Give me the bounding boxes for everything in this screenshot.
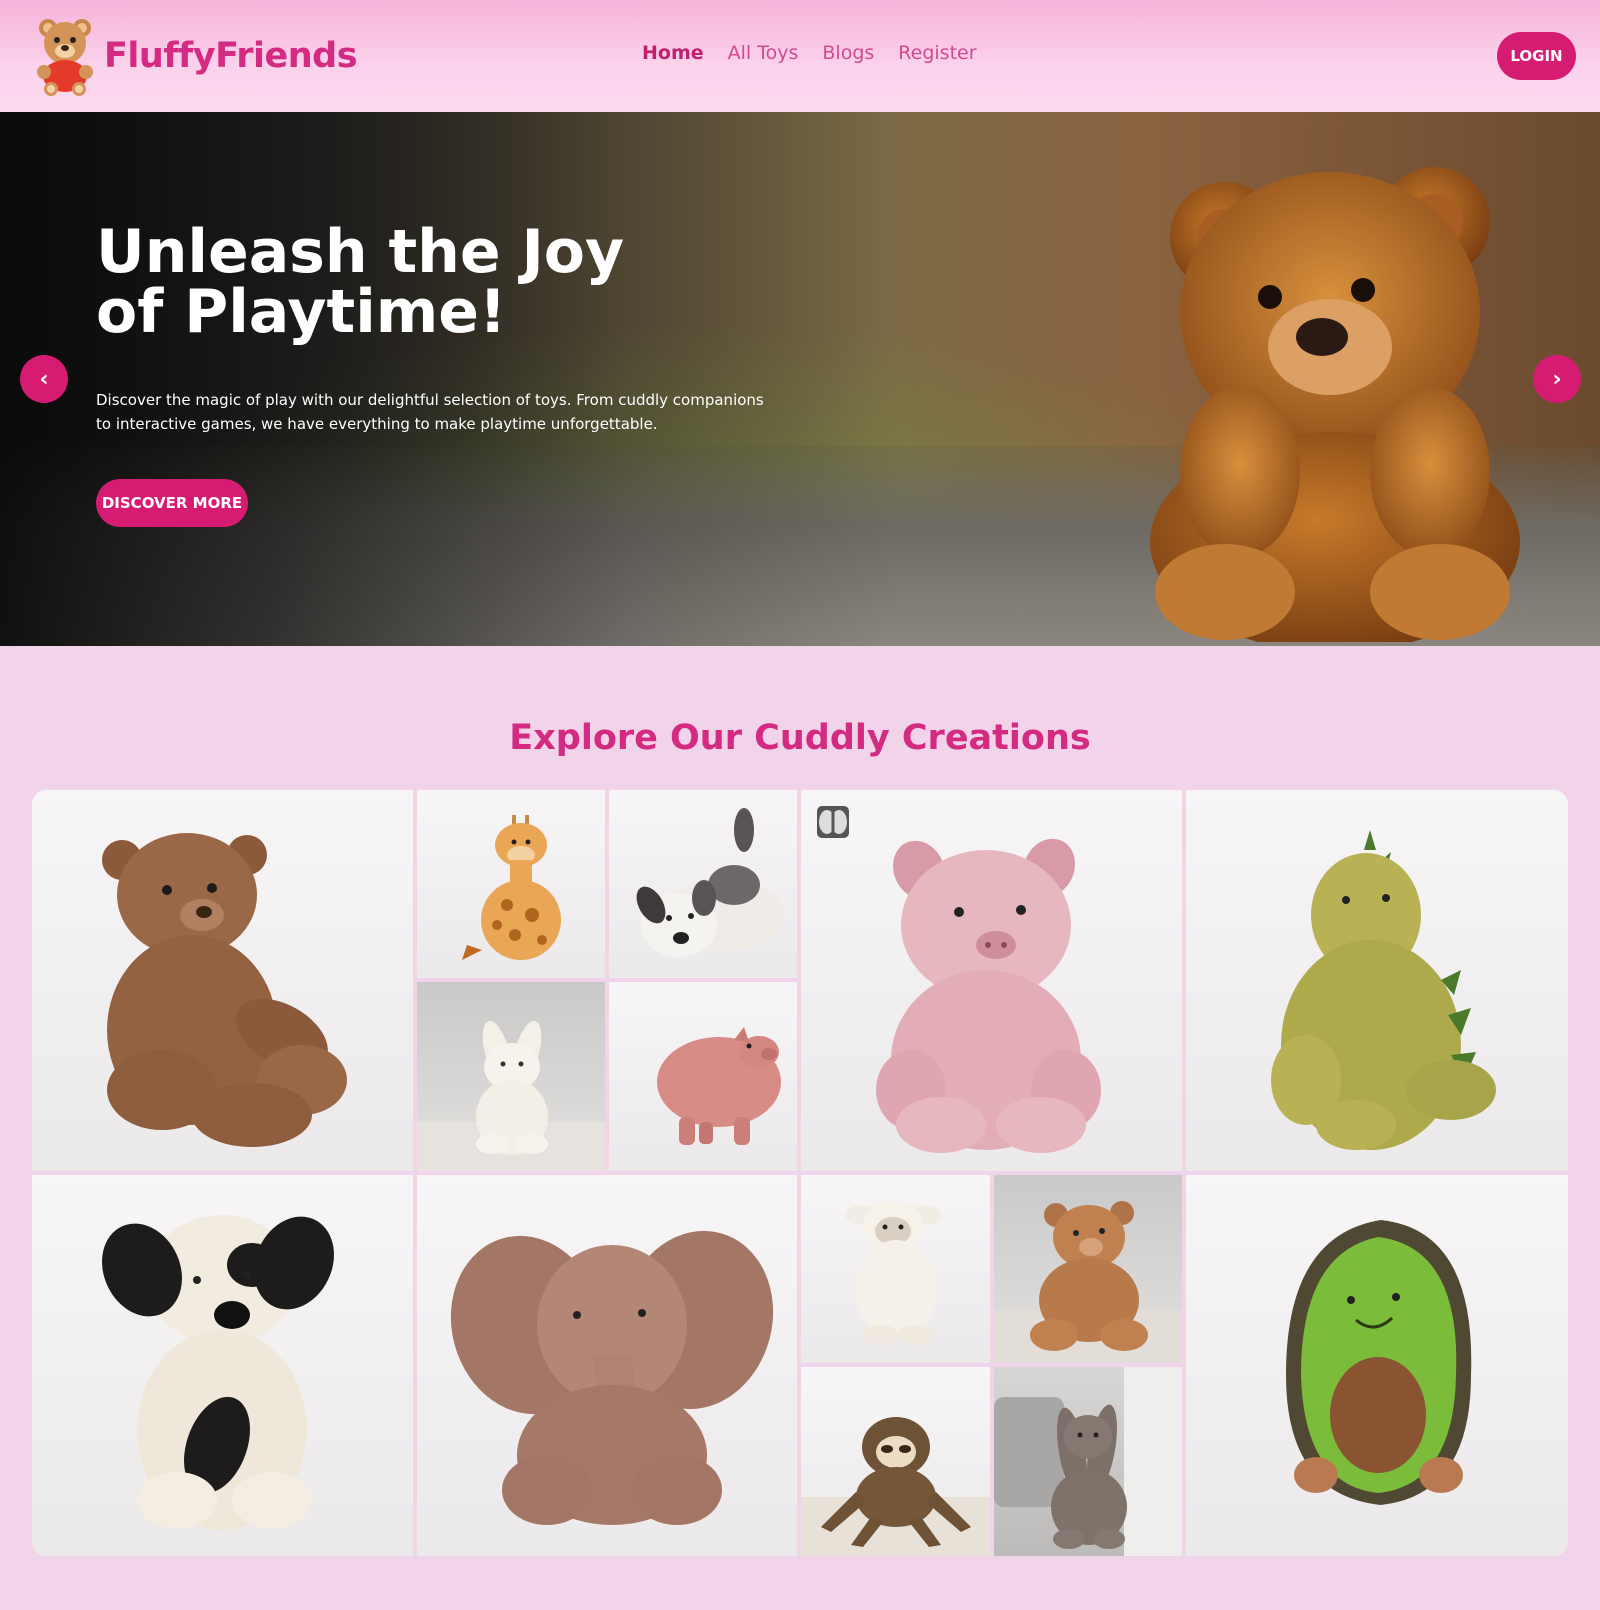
toy-gallery — [32, 790, 1568, 1556]
hero-teddy-bear-image — [1150, 167, 1520, 642]
carousel-prev-button[interactable]: ‹ — [20, 355, 68, 403]
gallery-title: Explore Our Cuddly Creations — [509, 718, 1091, 758]
gallery-item-bunny-plush[interactable] — [417, 982, 605, 1171]
navbar: FluffyFriends Home All Toys Blogs Regist… — [0, 0, 1600, 112]
discover-more-button[interactable]: DISCOVER MORE — [96, 479, 248, 527]
brain-icon — [819, 810, 847, 834]
hero-banner: Unleash the Joy of Playtime! Discover th… — [0, 112, 1600, 646]
gallery-item-brown-teddy-bear[interactable] — [32, 790, 413, 1171]
carousel-next-button[interactable]: › — [1533, 355, 1581, 403]
main-nav: Home All Toys Blogs Register — [642, 42, 977, 64]
hero-title: Unleash the Joy of Playtime! — [96, 217, 625, 347]
gallery-item-grey-bunny-plush[interactable] — [994, 1367, 1182, 1556]
nav-all-toys[interactable]: All Toys — [728, 42, 799, 64]
chevron-left-icon: ‹ — [39, 366, 49, 392]
hero-shade-overlay — [0, 112, 900, 646]
nav-blogs[interactable]: Blogs — [822, 42, 874, 64]
gallery-item-pink-pig-plush[interactable] — [801, 790, 1182, 1171]
gallery-item-green-dinosaur-plush[interactable] — [1186, 790, 1568, 1171]
brand-name: FluffyFriends — [104, 36, 358, 76]
gallery-item-lamb-plush[interactable] — [801, 1175, 990, 1363]
gallery-item-sloth-plush[interactable] — [801, 1367, 990, 1556]
hero-description: Discover the magic of play with our deli… — [96, 391, 764, 433]
gallery-item-small-teddy-bear[interactable] — [994, 1175, 1182, 1363]
gallery-item-puppy-plush-lying[interactable] — [609, 790, 797, 978]
teddy-bear-logo-icon — [37, 19, 93, 96]
nav-register[interactable]: Register — [898, 42, 976, 64]
gallery-item-black-white-puppy-plush[interactable] — [32, 1175, 413, 1556]
brain-icon-badge[interactable] — [817, 806, 849, 838]
chevron-right-icon: › — [1552, 366, 1562, 392]
nav-home[interactable]: Home — [642, 42, 704, 64]
brand[interactable]: FluffyFriends — [34, 16, 358, 96]
login-button[interactable]: LOGIN — [1497, 32, 1576, 80]
gallery-item-pig-plush-standing[interactable] — [609, 982, 797, 1171]
gallery-item-elephant-plush[interactable] — [417, 1175, 797, 1556]
gallery-item-avocado-plush[interactable] — [1186, 1175, 1568, 1556]
gallery-item-giraffe-plush[interactable] — [417, 790, 605, 978]
